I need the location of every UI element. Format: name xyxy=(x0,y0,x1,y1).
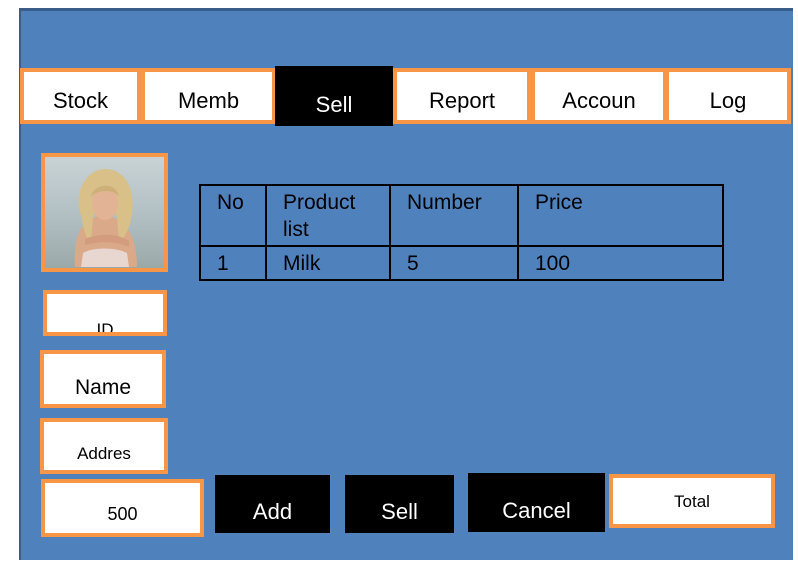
avatar xyxy=(45,157,164,268)
member-address-field[interactable]: Addres xyxy=(40,418,168,474)
table-header-row: No Product list Number Price xyxy=(199,184,724,247)
sell-button[interactable]: Sell xyxy=(345,475,454,533)
total-label: Total xyxy=(674,492,710,511)
column-header-no: No xyxy=(199,184,267,247)
member-photo xyxy=(41,153,168,272)
member-name-field[interactable]: Name xyxy=(40,350,166,408)
cancel-button[interactable]: Cancel xyxy=(468,473,605,532)
cell-product: Milk xyxy=(265,245,391,281)
tab-stock[interactable]: Stock xyxy=(20,68,141,124)
amount-value: 500 xyxy=(107,504,138,524)
cell-number: 5 xyxy=(389,245,519,281)
add-button[interactable]: Add xyxy=(215,475,330,533)
total-field[interactable]: Total xyxy=(609,474,775,528)
column-header-price: Price xyxy=(517,184,724,247)
table-row[interactable]: 1 Milk 5 100 xyxy=(199,245,724,281)
tab-sell[interactable]: Sell xyxy=(275,66,393,126)
cell-price: 100 xyxy=(517,245,724,281)
column-header-number: Number xyxy=(389,184,519,247)
product-table: No Product list Number Price 1 Milk 5 10… xyxy=(199,184,724,281)
member-id-field[interactable]: ID xyxy=(43,290,167,336)
tab-report[interactable]: Report xyxy=(393,68,531,124)
tab-account[interactable]: Accoun xyxy=(531,68,667,124)
amount-field[interactable]: 500 xyxy=(41,479,204,537)
member-name-label: Name xyxy=(74,376,132,399)
tab-log[interactable]: Log xyxy=(665,68,791,124)
member-id-label: ID xyxy=(96,320,114,336)
tab-member[interactable]: Memb xyxy=(141,68,276,124)
column-header-product: Product list xyxy=(265,184,391,247)
cell-no: 1 xyxy=(199,245,267,281)
member-address-label: Addres xyxy=(77,444,131,463)
